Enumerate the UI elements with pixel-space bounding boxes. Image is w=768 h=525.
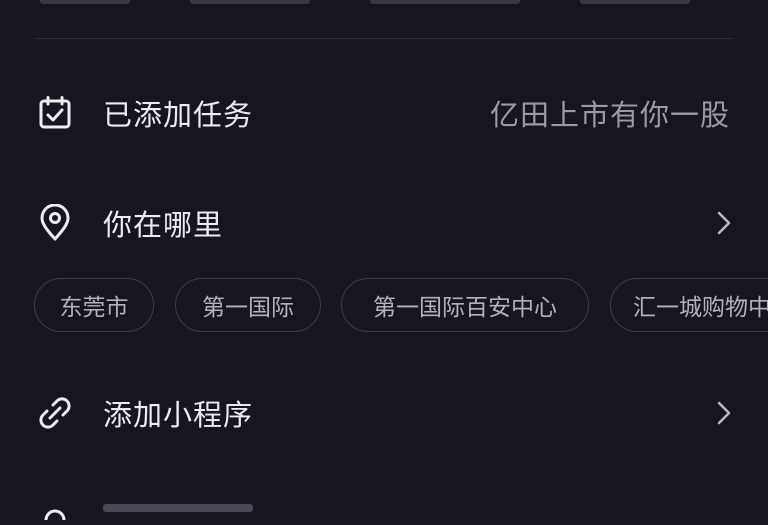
location-chip[interactable]: 汇一城购物中 xyxy=(610,278,768,332)
top-divider xyxy=(34,38,734,39)
add-miniprogram-label: 添加小程序 xyxy=(103,398,254,432)
calendar-check-icon xyxy=(36,94,74,132)
task-row[interactable]: 已添加任务 亿田上市有你一股 xyxy=(0,83,768,143)
cut-off-top-content xyxy=(0,0,768,8)
location-row-label: 你在哪里 xyxy=(103,208,224,242)
location-pin-icon xyxy=(36,204,74,242)
chevron-right-icon xyxy=(714,210,734,236)
task-row-value: 亿田上市有你一股 xyxy=(489,98,730,132)
location-chip[interactable]: 第一国际 xyxy=(175,278,321,332)
link-icon xyxy=(36,394,74,432)
cut-off-bottom-row xyxy=(0,495,768,525)
task-row-label: 已添加任务 xyxy=(103,98,254,132)
location-row[interactable]: 你在哪里 xyxy=(0,193,768,253)
location-chips: 东莞市 第一国际 第一国际百安中心 汇一城购物中 xyxy=(0,278,768,336)
location-chip[interactable]: 东莞市 xyxy=(34,278,154,332)
location-chip[interactable]: 第一国际百安中心 xyxy=(341,278,589,332)
chevron-right-icon xyxy=(714,400,734,426)
add-miniprogram-row[interactable]: 添加小程序 xyxy=(0,383,768,443)
